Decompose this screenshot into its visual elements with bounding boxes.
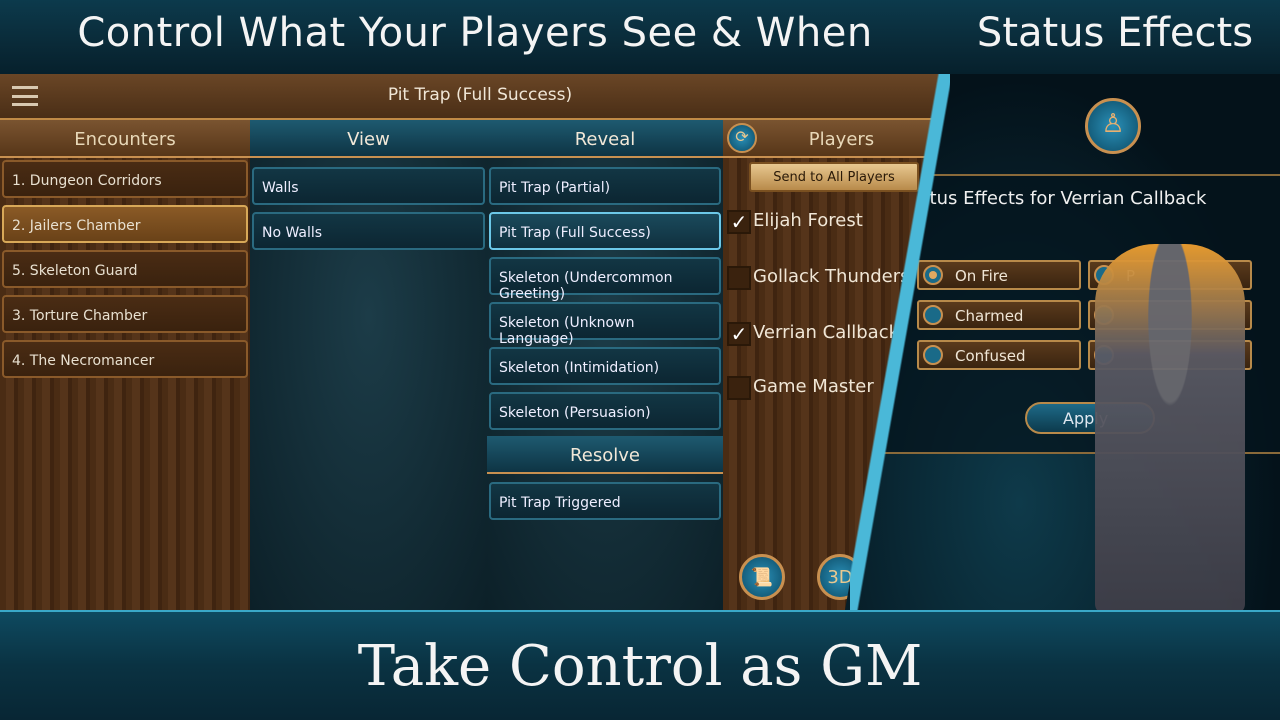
encounter-item[interactable]: 4. The Necromancer: [2, 340, 248, 378]
reveal-item-selected[interactable]: Pit Trap (Full Success): [489, 212, 721, 250]
headline-right: Status Effects: [976, 10, 1254, 56]
checkbox-checked[interactable]: ✓: [727, 322, 751, 346]
burning-character-figure: [1095, 244, 1245, 610]
view-column: View Walls No Walls: [250, 120, 487, 610]
app-header: Pit Trap (Full Success): [0, 74, 940, 120]
headline-left: Control What Your Players See & When: [77, 10, 873, 56]
checkbox-unchecked[interactable]: [727, 376, 751, 400]
encounters-column: Encounters 1. Dungeon Corridors 2. Jaile…: [0, 120, 250, 610]
encounter-item[interactable]: 1. Dungeon Corridors: [2, 160, 248, 198]
encounter-item[interactable]: 5. Skeleton Guard: [2, 250, 248, 288]
encounters-title: Encounters: [0, 120, 250, 158]
refresh-icon[interactable]: ⟳: [727, 123, 757, 153]
checkbox-checked[interactable]: ✓: [727, 210, 751, 234]
view-title: View: [250, 120, 487, 158]
reveal-item[interactable]: Pit Trap (Partial): [489, 167, 721, 205]
view-item[interactable]: Walls: [252, 167, 485, 205]
view-item[interactable]: No Walls: [252, 212, 485, 250]
bottom-banner: Take Control as GM: [0, 610, 1280, 720]
encounter-item-selected[interactable]: 2. Jailers Chamber: [2, 205, 248, 243]
top-banner: Control What Your Players See & When Sta…: [0, 0, 1280, 74]
reveal-item[interactable]: Skeleton (Persuasion): [489, 392, 721, 430]
encounter-item[interactable]: 3. Torture Chamber: [2, 295, 248, 333]
reveal-title: Reveal: [487, 120, 723, 158]
resolve-item[interactable]: Pit Trap Triggered: [489, 482, 721, 520]
scroll-notes-icon[interactable]: 📜: [739, 554, 785, 600]
header-title: Pit Trap (Full Success): [387, 85, 573, 105]
character-body-icon[interactable]: ♙: [1085, 98, 1141, 154]
reveal-item[interactable]: Skeleton (Intimidation): [489, 347, 721, 385]
checkbox-unchecked[interactable]: [727, 266, 751, 290]
reveal-column: Reveal Pit Trap (Partial) Pit Trap (Full…: [487, 120, 723, 610]
gm-app-panel: Pit Trap (Full Success) Encounters 1. Du…: [0, 74, 940, 610]
diagonal-divider: [850, 74, 950, 610]
resolve-title: Resolve: [487, 436, 723, 474]
reveal-item[interactable]: Skeleton (Unknown Language): [489, 302, 721, 347]
bottom-headline: Take Control as GM: [357, 634, 923, 699]
reveal-item[interactable]: Skeleton (Undercommon Greeting): [489, 257, 721, 302]
